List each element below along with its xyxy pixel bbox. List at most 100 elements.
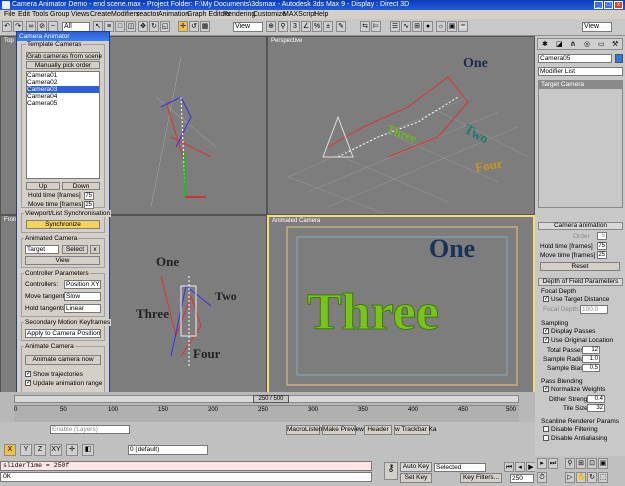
use-target-distance-checkbox[interactable]: ✓ Use Target Distance <box>543 296 609 303</box>
modifier-list-dropdown[interactable]: Modifier List <box>538 67 623 76</box>
close-button[interactable]: x <box>614 1 623 9</box>
order-spinner[interactable]: 5 <box>597 232 607 240</box>
update-range-checkbox[interactable]: ✓ Update animation range <box>25 380 102 387</box>
axis-y-icon[interactable]: Y <box>20 444 32 456</box>
key-filters-button[interactable]: Key Filters... <box>460 473 502 483</box>
dither-strength-spinner[interactable]: 0.4 <box>587 395 605 403</box>
auto-key-button[interactable]: Auto Key <box>400 462 432 472</box>
region-select-icon[interactable]: □ <box>115 21 125 32</box>
rotate-gizmo-icon[interactable]: ↺ <box>189 21 199 32</box>
sample-bias-spinner[interactable]: 0.5 <box>582 364 600 372</box>
move-tangents-dropdown[interactable]: Slow <box>64 292 101 301</box>
down-button[interactable]: Down <box>62 182 100 190</box>
camera-list-item[interactable]: Camera02 <box>27 79 99 86</box>
viewport-perspective[interactable]: Perspective One Three Two Four <box>267 36 535 215</box>
schematic-view-icon[interactable]: ⊞ <box>412 21 422 32</box>
camera-animation-rollout[interactable]: Camera animation <box>538 222 623 230</box>
hold-tangents-dropdown[interactable]: Linear <box>64 304 101 313</box>
key-icon[interactable]: ⚷ <box>384 462 398 480</box>
select-manipulate-icon[interactable]: ⚲ <box>278 21 288 32</box>
named-selection-icon[interactable]: ✎ <box>336 21 346 32</box>
viewport-animated-camera[interactable]: Animated Camera One Three <box>267 215 535 395</box>
create-tab-icon[interactable]: ✱ <box>542 40 548 48</box>
orbit-icon[interactable]: ↻ <box>587 472 597 483</box>
disable-filtering-checkbox[interactable]: Disable Filtering <box>543 426 598 433</box>
axis-z-icon[interactable]: Z <box>34 444 46 456</box>
animate-camera-now-button[interactable]: Animate camera now <box>25 355 101 365</box>
display-tab-icon[interactable]: ▭ <box>598 40 605 48</box>
view-button[interactable]: View <box>25 256 100 265</box>
apply-to-dropdown[interactable]: Apply to Camera Position <box>25 329 101 338</box>
select-button[interactable]: Select <box>62 245 88 254</box>
menu-views[interactable]: Views <box>71 10 90 19</box>
menu-modifiers[interactable]: Modifiers <box>111 10 139 19</box>
maximize-viewport-icon[interactable]: ⬚ <box>598 472 608 483</box>
synchronize-button[interactable]: Synchronize <box>26 220 100 229</box>
crossing-select-icon[interactable]: X <box>4 444 16 456</box>
controllers-dropdown[interactable]: Position XYZ <box>64 280 101 289</box>
hold-time-spinner[interactable]: 75 <box>84 192 94 200</box>
menu-group[interactable]: Group <box>50 10 69 19</box>
camera-list[interactable]: Camera01 Camera02 Camera03 Camera04 Came… <box>26 71 100 179</box>
spinner-snap-icon[interactable]: ± <box>323 21 333 32</box>
select-move-icon[interactable]: ✥ <box>138 21 148 32</box>
motion-tab-icon[interactable]: ◎ <box>584 40 590 48</box>
align-icon[interactable]: ⊨ <box>371 21 381 32</box>
previous-frame-icon[interactable]: ◂ <box>515 462 525 472</box>
menu-help[interactable]: Help <box>314 10 328 19</box>
move-time-spinner[interactable]: 25 <box>84 201 94 209</box>
pan-icon[interactable]: ✋ <box>576 472 586 483</box>
layer-field[interactable]: Enable (Layers) <box>50 425 130 434</box>
render-view-dropdown[interactable]: View <box>582 22 612 32</box>
time-slider-thumb[interactable]: 250 / 500 <box>253 395 289 403</box>
percent-snap-icon[interactable]: % <box>312 21 322 32</box>
cp-hold-time-spinner[interactable]: 75 <box>597 242 607 250</box>
move-gizmo-icon[interactable]: ✛ <box>178 21 188 32</box>
menu-edit[interactable]: Edit <box>18 10 30 19</box>
material-editor-icon[interactable]: ● <box>423 21 433 32</box>
menu-reactor[interactable]: reactor <box>137 10 159 19</box>
use-original-location-checkbox[interactable]: ✓ Use Original Location <box>543 337 613 344</box>
maxscript-input[interactable]: sliderTime = 250f <box>0 461 372 471</box>
cp-move-time-spinner[interactable]: 25 <box>597 251 607 259</box>
dof-rollout[interactable]: Depth of Field Parameters <box>538 278 623 286</box>
go-to-start-icon[interactable]: ⏮ <box>504 462 514 472</box>
time-config-icon[interactable]: ⏱ <box>537 472 547 483</box>
angle-snap-icon[interactable]: ∠ <box>301 21 311 32</box>
header-button[interactable]: Header <box>364 425 392 435</box>
move-icon[interactable]: ✛ <box>66 444 78 456</box>
normalize-weights-checkbox[interactable]: ✓ Normalize Weights <box>543 386 605 393</box>
target-dropdown[interactable]: Target <box>25 245 59 254</box>
grab-cameras-button[interactable]: Grab cameras from scene <box>26 52 102 60</box>
trackbar-keys-button[interactable]: w Trackbar Ka <box>394 425 437 435</box>
clear-camera-button[interactable]: x <box>90 245 100 254</box>
object-color-swatch[interactable] <box>615 54 623 63</box>
select-scale-icon[interactable]: ◱ <box>160 21 170 32</box>
render-frame-icon[interactable]: ▣ <box>447 21 457 32</box>
undo-icon[interactable]: ↶ <box>2 21 12 32</box>
time-slider-track[interactable]: 250 / 500 <box>14 395 519 403</box>
layer-visible-icon[interactable]: ◧ <box>82 444 94 456</box>
manually-pick-order-button[interactable]: Manually pick order <box>26 61 100 69</box>
menu-tools[interactable]: Tools <box>32 10 48 19</box>
zoom-icon[interactable]: ⚲ <box>565 458 575 469</box>
modifier-stack[interactable]: Target Camera <box>538 80 623 208</box>
maximize-button[interactable]: □ <box>604 1 613 9</box>
go-to-end-icon[interactable]: ⏭ <box>548 458 558 469</box>
macro-listener-button[interactable]: MacroListener <box>286 425 328 435</box>
current-layer-dropdown[interactable]: 0 (default) <box>128 445 208 455</box>
zoom-extents-all-icon[interactable]: ▣ <box>598 458 608 469</box>
window-crossing-icon[interactable]: ◫ <box>126 21 136 32</box>
make-preview-button[interactable]: Make Preview <box>322 425 364 435</box>
camera-list-item[interactable]: Camera04 <box>27 93 99 100</box>
total-passes-spinner[interactable]: 12 <box>582 346 600 354</box>
menu-maxscript[interactable]: MAXScript <box>283 10 316 19</box>
camera-list-item[interactable]: Camera01 <box>27 72 99 79</box>
zoom-all-icon[interactable]: ⊞ <box>576 458 586 469</box>
key-mode-dropdown[interactable]: Selected <box>434 463 486 472</box>
focal-depth-field[interactable]: 100.0 <box>580 305 608 314</box>
render-setup-icon[interactable]: ☼ <box>436 21 446 32</box>
menu-customize[interactable]: Customize <box>253 10 286 19</box>
field-of-view-icon[interactable]: ▷ <box>565 472 575 483</box>
modifier-stack-item[interactable]: Target Camera <box>539 81 622 89</box>
